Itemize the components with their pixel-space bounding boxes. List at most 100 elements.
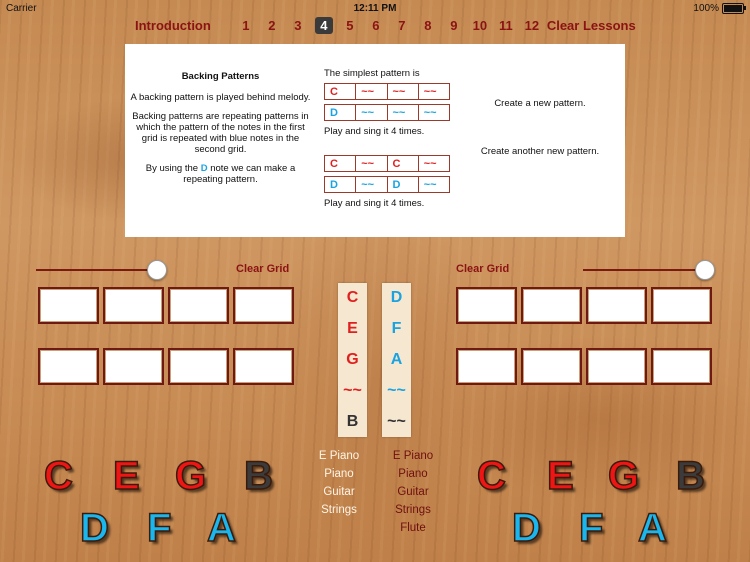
example-note: ~~ xyxy=(356,105,388,120)
create-instruction-1: Create a new pattern. xyxy=(494,98,586,109)
clear-grid-right-button[interactable]: Clear Grid xyxy=(456,263,509,275)
grid-cell[interactable] xyxy=(586,348,647,385)
right-slider-track[interactable] xyxy=(583,269,705,271)
grid-cell[interactable] xyxy=(521,348,582,385)
note-palette-left: C E G ~~ B xyxy=(338,283,367,437)
grid-cell[interactable] xyxy=(456,287,517,324)
instrument-option[interactable]: Guitar xyxy=(312,483,366,501)
palette-note-f[interactable]: F xyxy=(382,314,411,345)
grid-cell[interactable] xyxy=(38,287,99,324)
battery-percent: 100% xyxy=(693,3,719,14)
left-grid-row-2 xyxy=(38,348,294,385)
palette-note-rest[interactable]: ~~ xyxy=(338,375,367,406)
d-note-highlight: D xyxy=(200,163,208,174)
lesson-8[interactable]: 8 xyxy=(415,18,441,33)
lesson-3[interactable]: 3 xyxy=(285,18,311,33)
lesson-2[interactable]: 2 xyxy=(259,18,285,33)
example-grid-3: C ~~ C ~~ xyxy=(324,155,450,172)
example-grid-4: D ~~ D ~~ xyxy=(324,176,450,193)
note-palette-right: D F A ~~ ~~ xyxy=(382,283,411,437)
example-note: D xyxy=(325,105,357,120)
left-slider-track[interactable] xyxy=(36,269,156,271)
clock: 12:11 PM xyxy=(353,3,397,14)
instrument-option[interactable]: Piano xyxy=(312,465,366,483)
intro-link[interactable]: Introduction xyxy=(135,18,211,33)
example-note: ~~ xyxy=(356,156,388,171)
big-note-b-right[interactable]: B xyxy=(675,455,705,497)
instrument-option[interactable]: E Piano xyxy=(312,447,366,465)
instrument-list-right: E Piano Piano Guitar Strings Flute xyxy=(385,447,441,537)
instrument-option[interactable]: Strings xyxy=(312,501,366,519)
grid-cell[interactable] xyxy=(103,348,164,385)
big-note-g-left[interactable]: G xyxy=(174,455,207,497)
big-note-e-right[interactable]: E xyxy=(546,455,574,497)
left-grid-row-1 xyxy=(38,287,294,324)
grid-cell[interactable] xyxy=(233,287,294,324)
palette-note-c[interactable]: C xyxy=(338,283,367,314)
big-note-g-right[interactable]: G xyxy=(607,455,640,497)
big-note-f-right[interactable]: F xyxy=(578,507,604,549)
clear-lessons-button[interactable]: Clear Lessons xyxy=(547,18,636,33)
palette-note-b[interactable]: B xyxy=(338,406,367,437)
lesson-11[interactable]: 11 xyxy=(493,18,519,33)
big-note-d-right[interactable]: D xyxy=(511,507,541,549)
palette-note-rest[interactable]: ~~ xyxy=(382,375,411,406)
example-note: ~~ xyxy=(388,84,419,99)
left-slider-knob[interactable] xyxy=(147,260,167,280)
battery-icon xyxy=(722,3,746,14)
right-grid-row-1 xyxy=(456,287,712,324)
example-grid-2: D ~~ ~~ ~~ xyxy=(324,104,450,121)
create-instruction-2: Create another new pattern. xyxy=(480,146,600,157)
grid-cell[interactable] xyxy=(168,287,229,324)
example-note: C xyxy=(325,84,357,99)
lesson-7[interactable]: 7 xyxy=(389,18,415,33)
simplest-label: The simplest pattern is xyxy=(324,68,420,79)
example-note: ~~ xyxy=(356,84,388,99)
big-note-f-left[interactable]: F xyxy=(146,507,172,549)
example-note: C xyxy=(388,156,419,171)
lesson-panel: Backing Patterns A backing pattern is pl… xyxy=(125,44,625,237)
grid-cell[interactable] xyxy=(233,348,294,385)
right-slider-knob[interactable] xyxy=(695,260,715,280)
example-note: D xyxy=(325,177,357,192)
instrument-option[interactable]: Piano xyxy=(385,465,441,483)
grid-cell[interactable] xyxy=(168,348,229,385)
example-note: D xyxy=(388,177,419,192)
grid-cell[interactable] xyxy=(521,287,582,324)
big-note-d-left[interactable]: D xyxy=(79,507,109,549)
lesson-12[interactable]: 12 xyxy=(519,18,545,33)
lesson-paragraph-3: By using the D note we can make a repeat… xyxy=(145,163,296,185)
instrument-option[interactable]: E Piano xyxy=(385,447,441,465)
big-note-b-left[interactable]: B xyxy=(243,455,273,497)
palette-note-e[interactable]: E xyxy=(338,314,367,345)
big-note-a-right[interactable]: A xyxy=(637,507,667,549)
example-note: ~~ xyxy=(423,178,437,191)
palette-note-rest-dark[interactable]: ~~ xyxy=(382,406,411,437)
grid-cell[interactable] xyxy=(456,348,517,385)
lesson-5[interactable]: 5 xyxy=(337,18,363,33)
palette-note-d[interactable]: D xyxy=(382,283,411,314)
lesson-4-active[interactable]: 4 xyxy=(314,16,333,34)
big-note-a-left[interactable]: A xyxy=(206,507,236,549)
example-note: ~~ xyxy=(356,177,388,192)
instrument-option[interactable]: Flute xyxy=(385,519,441,537)
big-note-c-left[interactable]: C xyxy=(43,455,73,497)
grid-cell[interactable] xyxy=(38,348,99,385)
instrument-option[interactable]: Guitar xyxy=(385,483,441,501)
pattern-examples: The simplest pattern is C ~~ ~~ ~~ D ~~ … xyxy=(324,68,474,209)
lesson-10[interactable]: 10 xyxy=(467,18,493,33)
right-grid-row-2 xyxy=(456,348,712,385)
clear-grid-left-button[interactable]: Clear Grid xyxy=(236,263,289,275)
lesson-1[interactable]: 1 xyxy=(233,18,259,33)
big-note-c-right[interactable]: C xyxy=(476,455,506,497)
grid-cell[interactable] xyxy=(651,287,712,324)
lesson-9[interactable]: 9 xyxy=(441,18,467,33)
lesson-6[interactable]: 6 xyxy=(363,18,389,33)
palette-note-g[interactable]: G xyxy=(338,345,367,376)
grid-cell[interactable] xyxy=(651,348,712,385)
grid-cell[interactable] xyxy=(586,287,647,324)
instrument-option[interactable]: Strings xyxy=(385,501,441,519)
big-note-e-left[interactable]: E xyxy=(112,455,140,497)
grid-cell[interactable] xyxy=(103,287,164,324)
palette-note-a[interactable]: A xyxy=(382,345,411,376)
